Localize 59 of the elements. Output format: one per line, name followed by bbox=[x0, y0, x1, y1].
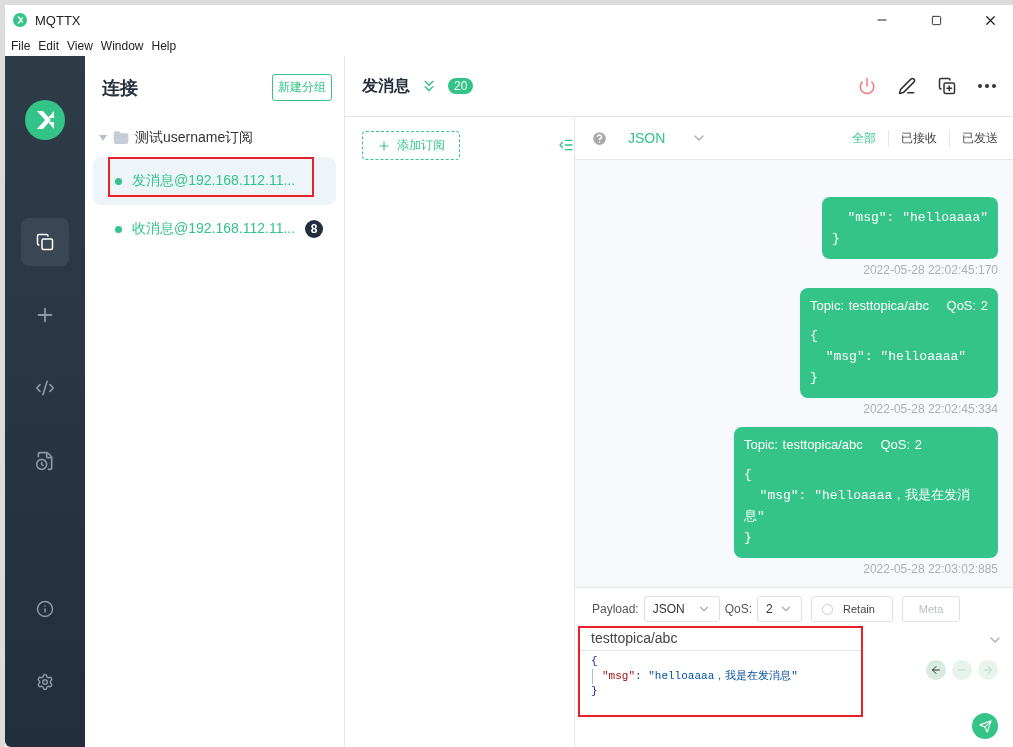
window-title: MQTTX bbox=[35, 12, 82, 28]
panel-title: 连接 bbox=[102, 76, 138, 100]
message-count: 20 bbox=[448, 78, 474, 94]
arrow-left-icon bbox=[930, 664, 942, 676]
connection-name: 收消息@192.168.112.11... bbox=[132, 220, 296, 238]
power-icon bbox=[858, 77, 876, 95]
status-dot bbox=[115, 177, 122, 185]
connections-button[interactable] bbox=[21, 218, 69, 266]
connections-icon bbox=[36, 233, 54, 251]
arrow-right-icon bbox=[982, 664, 994, 676]
send-button[interactable] bbox=[972, 713, 998, 739]
filter-tab[interactable]: 已发送 bbox=[949, 129, 998, 147]
menu-item[interactable]: Help bbox=[151, 38, 177, 53]
code-icon bbox=[35, 378, 55, 398]
message-time: 2022-05-28 22:03:02:885 bbox=[863, 562, 998, 576]
payload-editor[interactable]: { "msg": "helloaaaa，我是在发消息" } bbox=[580, 651, 861, 699]
qos-select[interactable]: 2 bbox=[757, 596, 803, 622]
send-icon bbox=[978, 719, 992, 733]
payload-label: Payload: bbox=[592, 602, 639, 616]
copy-plus-icon bbox=[938, 77, 956, 95]
group-name[interactable]: 测试username订阅 bbox=[135, 129, 254, 147]
qos-label: QoS: bbox=[724, 602, 753, 616]
folder-icon bbox=[113, 130, 129, 146]
menu-item[interactable]: View bbox=[67, 38, 93, 53]
menu-item[interactable]: File bbox=[11, 38, 31, 53]
plus-icon bbox=[377, 138, 391, 153]
message-time: 2022-05-28 22:02:45:334 bbox=[863, 402, 998, 416]
message-time: 2022-05-28 22:02:45:170 bbox=[863, 263, 998, 277]
more-button[interactable] bbox=[978, 84, 996, 88]
collapse-icon[interactable] bbox=[558, 137, 574, 153]
caret-icon[interactable] bbox=[99, 135, 107, 141]
message-payload: { "msg": "helloaaaa，我是在发消息" } bbox=[744, 466, 972, 547]
log-icon bbox=[35, 451, 55, 471]
menu-item[interactable]: Edit bbox=[38, 38, 60, 53]
menu-item[interactable]: Window bbox=[100, 38, 144, 53]
message-payload: { "msg": "helloaaaa" } bbox=[810, 327, 968, 387]
filter-tab[interactable]: 已接收 bbox=[888, 129, 937, 147]
maximize-icon bbox=[930, 14, 942, 26]
logo-icon bbox=[25, 100, 65, 140]
more-icon bbox=[978, 84, 996, 88]
retain-checkbox[interactable]: Retain bbox=[811, 596, 894, 622]
history-button[interactable] bbox=[926, 660, 946, 680]
logo-icon bbox=[13, 13, 27, 27]
help-icon bbox=[591, 129, 608, 147]
connection-title: 发消息 bbox=[362, 75, 410, 96]
pencil-icon bbox=[898, 77, 916, 95]
disconnect-button[interactable] bbox=[858, 77, 876, 95]
message-payload: "msg": "helloaaaa" } bbox=[831, 209, 988, 248]
unread-count: 8 bbox=[305, 220, 324, 238]
payload-select[interactable]: JSON bbox=[643, 596, 720, 622]
message-meta: Topic: testtopica/abc QoS: 2 bbox=[744, 437, 923, 452]
message-meta: Topic: testtopica/abc QoS: 2 bbox=[810, 298, 988, 313]
new-window-button[interactable] bbox=[938, 77, 956, 95]
settings-icon bbox=[36, 673, 54, 691]
info-icon bbox=[36, 600, 54, 618]
status-dot bbox=[115, 225, 122, 233]
connection-item[interactable]: 收消息@192.168.112.11... 8 bbox=[93, 205, 336, 253]
connection-name: 发消息@192.168.112.11... bbox=[132, 172, 296, 190]
edit-button[interactable] bbox=[898, 77, 916, 95]
